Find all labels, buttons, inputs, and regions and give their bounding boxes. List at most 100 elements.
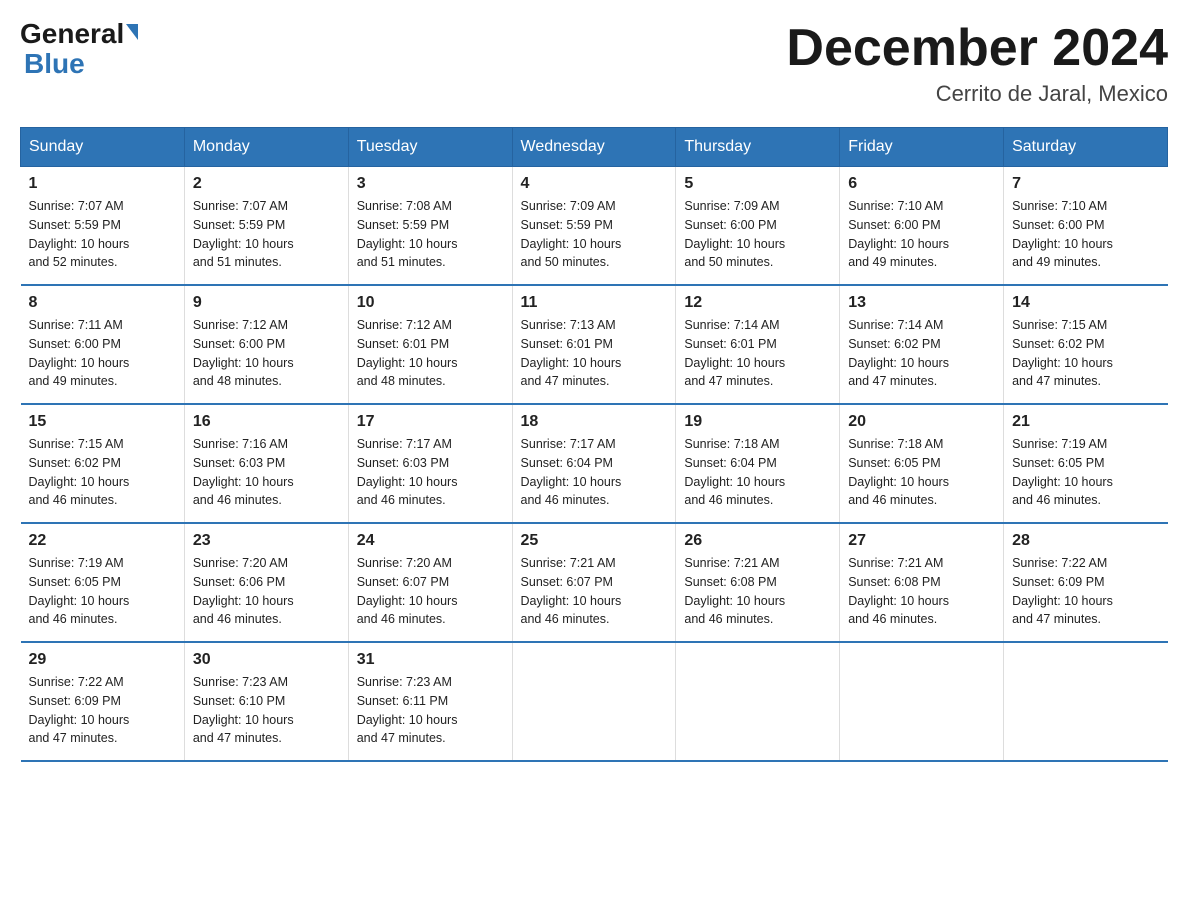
table-row: 25 Sunrise: 7:21 AMSunset: 6:07 PMDaylig… [512,523,676,642]
table-row: 27 Sunrise: 7:21 AMSunset: 6:08 PMDaylig… [840,523,1004,642]
day-info: Sunrise: 7:20 AMSunset: 6:07 PMDaylight:… [357,556,458,626]
day-info: Sunrise: 7:19 AMSunset: 6:05 PMDaylight:… [1012,437,1113,507]
table-row: 5 Sunrise: 7:09 AMSunset: 6:00 PMDayligh… [676,167,840,286]
table-row: 17 Sunrise: 7:17 AMSunset: 6:03 PMDaylig… [348,404,512,523]
day-info: Sunrise: 7:15 AMSunset: 6:02 PMDaylight:… [1012,318,1113,388]
calendar-subtitle: Cerrito de Jaral, Mexico [786,81,1168,107]
day-info: Sunrise: 7:13 AMSunset: 6:01 PMDaylight:… [521,318,622,388]
logo-blue-text: Blue [24,48,85,80]
calendar-week-row: 29 Sunrise: 7:22 AMSunset: 6:09 PMDaylig… [21,642,1168,761]
table-row [840,642,1004,761]
day-number: 6 [848,175,995,193]
day-info: Sunrise: 7:17 AMSunset: 6:04 PMDaylight:… [521,437,622,507]
day-number: 29 [29,651,176,669]
day-number: 18 [521,413,668,431]
table-row: 20 Sunrise: 7:18 AMSunset: 6:05 PMDaylig… [840,404,1004,523]
day-number: 20 [848,413,995,431]
day-info: Sunrise: 7:22 AMSunset: 6:09 PMDaylight:… [29,675,130,745]
day-number: 30 [193,651,340,669]
day-number: 7 [1012,175,1159,193]
calendar-week-row: 15 Sunrise: 7:15 AMSunset: 6:02 PMDaylig… [21,404,1168,523]
page-header: General Blue December 2024 Cerrito de Ja… [20,20,1168,107]
day-number: 23 [193,532,340,550]
day-number: 15 [29,413,176,431]
day-info: Sunrise: 7:10 AMSunset: 6:00 PMDaylight:… [1012,199,1113,269]
day-number: 5 [684,175,831,193]
day-info: Sunrise: 7:08 AMSunset: 5:59 PMDaylight:… [357,199,458,269]
day-info: Sunrise: 7:18 AMSunset: 6:05 PMDaylight:… [848,437,949,507]
day-info: Sunrise: 7:07 AMSunset: 5:59 PMDaylight:… [193,199,294,269]
table-row: 18 Sunrise: 7:17 AMSunset: 6:04 PMDaylig… [512,404,676,523]
day-number: 17 [357,413,504,431]
logo-general-text: General [20,20,124,48]
day-number: 28 [1012,532,1159,550]
table-row: 7 Sunrise: 7:10 AMSunset: 6:00 PMDayligh… [1004,167,1168,286]
day-info: Sunrise: 7:21 AMSunset: 6:08 PMDaylight:… [684,556,785,626]
table-row: 16 Sunrise: 7:16 AMSunset: 6:03 PMDaylig… [184,404,348,523]
table-row: 14 Sunrise: 7:15 AMSunset: 6:02 PMDaylig… [1004,285,1168,404]
day-number: 19 [684,413,831,431]
table-row: 30 Sunrise: 7:23 AMSunset: 6:10 PMDaylig… [184,642,348,761]
table-row: 2 Sunrise: 7:07 AMSunset: 5:59 PMDayligh… [184,167,348,286]
day-info: Sunrise: 7:18 AMSunset: 6:04 PMDaylight:… [684,437,785,507]
day-number: 26 [684,532,831,550]
header-tuesday: Tuesday [348,128,512,167]
day-info: Sunrise: 7:23 AMSunset: 6:10 PMDaylight:… [193,675,294,745]
table-row: 3 Sunrise: 7:08 AMSunset: 5:59 PMDayligh… [348,167,512,286]
day-number: 3 [357,175,504,193]
table-row: 12 Sunrise: 7:14 AMSunset: 6:01 PMDaylig… [676,285,840,404]
day-number: 2 [193,175,340,193]
table-row: 22 Sunrise: 7:19 AMSunset: 6:05 PMDaylig… [21,523,185,642]
table-row: 31 Sunrise: 7:23 AMSunset: 6:11 PMDaylig… [348,642,512,761]
day-info: Sunrise: 7:15 AMSunset: 6:02 PMDaylight:… [29,437,130,507]
header-friday: Friday [840,128,1004,167]
header-saturday: Saturday [1004,128,1168,167]
day-number: 24 [357,532,504,550]
table-row: 11 Sunrise: 7:13 AMSunset: 6:01 PMDaylig… [512,285,676,404]
day-info: Sunrise: 7:14 AMSunset: 6:02 PMDaylight:… [848,318,949,388]
day-number: 16 [193,413,340,431]
table-row: 24 Sunrise: 7:20 AMSunset: 6:07 PMDaylig… [348,523,512,642]
day-number: 10 [357,294,504,312]
day-number: 12 [684,294,831,312]
calendar-week-row: 1 Sunrise: 7:07 AMSunset: 5:59 PMDayligh… [21,167,1168,286]
day-info: Sunrise: 7:14 AMSunset: 6:01 PMDaylight:… [684,318,785,388]
calendar-title: December 2024 [786,20,1168,77]
calendar-header-row: Sunday Monday Tuesday Wednesday Thursday… [21,128,1168,167]
table-row: 29 Sunrise: 7:22 AMSunset: 6:09 PMDaylig… [21,642,185,761]
calendar-week-row: 22 Sunrise: 7:19 AMSunset: 6:05 PMDaylig… [21,523,1168,642]
header-monday: Monday [184,128,348,167]
table-row: 23 Sunrise: 7:20 AMSunset: 6:06 PMDaylig… [184,523,348,642]
table-row: 9 Sunrise: 7:12 AMSunset: 6:00 PMDayligh… [184,285,348,404]
table-row [1004,642,1168,761]
table-row: 19 Sunrise: 7:18 AMSunset: 6:04 PMDaylig… [676,404,840,523]
day-info: Sunrise: 7:12 AMSunset: 6:01 PMDaylight:… [357,318,458,388]
header-thursday: Thursday [676,128,840,167]
table-row [676,642,840,761]
day-number: 31 [357,651,504,669]
day-number: 9 [193,294,340,312]
table-row: 15 Sunrise: 7:15 AMSunset: 6:02 PMDaylig… [21,404,185,523]
table-row: 10 Sunrise: 7:12 AMSunset: 6:01 PMDaylig… [348,285,512,404]
logo-triangle-icon [126,24,138,40]
table-row: 1 Sunrise: 7:07 AMSunset: 5:59 PMDayligh… [21,167,185,286]
day-info: Sunrise: 7:09 AMSunset: 5:59 PMDaylight:… [521,199,622,269]
day-info: Sunrise: 7:20 AMSunset: 6:06 PMDaylight:… [193,556,294,626]
day-number: 22 [29,532,176,550]
day-info: Sunrise: 7:21 AMSunset: 6:07 PMDaylight:… [521,556,622,626]
logo: General Blue [20,20,138,80]
table-row: 8 Sunrise: 7:11 AMSunset: 6:00 PMDayligh… [21,285,185,404]
table-row: 6 Sunrise: 7:10 AMSunset: 6:00 PMDayligh… [840,167,1004,286]
table-row: 21 Sunrise: 7:19 AMSunset: 6:05 PMDaylig… [1004,404,1168,523]
day-info: Sunrise: 7:22 AMSunset: 6:09 PMDaylight:… [1012,556,1113,626]
day-info: Sunrise: 7:07 AMSunset: 5:59 PMDaylight:… [29,199,130,269]
day-info: Sunrise: 7:16 AMSunset: 6:03 PMDaylight:… [193,437,294,507]
day-info: Sunrise: 7:12 AMSunset: 6:00 PMDaylight:… [193,318,294,388]
calendar-week-row: 8 Sunrise: 7:11 AMSunset: 6:00 PMDayligh… [21,285,1168,404]
title-section: December 2024 Cerrito de Jaral, Mexico [786,20,1168,107]
day-info: Sunrise: 7:11 AMSunset: 6:00 PMDaylight:… [29,318,130,388]
day-number: 11 [521,294,668,312]
day-info: Sunrise: 7:21 AMSunset: 6:08 PMDaylight:… [848,556,949,626]
day-number: 14 [1012,294,1159,312]
day-info: Sunrise: 7:23 AMSunset: 6:11 PMDaylight:… [357,675,458,745]
